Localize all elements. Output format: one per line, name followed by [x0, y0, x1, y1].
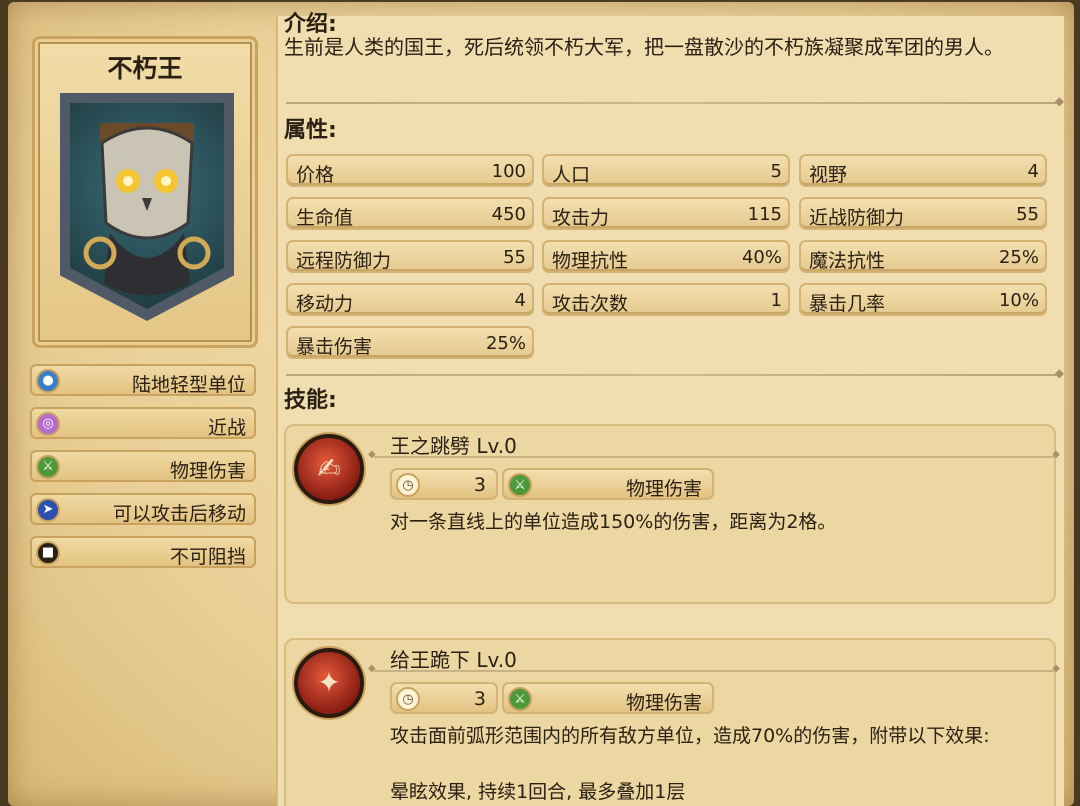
skill-card-2[interactable]: ✦ 给王跪下 Lv.0 ◷ 3 ⚔ 物理伤害 攻击面前弧形范围内的所有敌方单位，…: [284, 638, 1060, 806]
intro-text: 生前是人类的国王，死后统领不朽大军，把一盘散沙的不朽族凝聚成军团的男人。: [284, 35, 1004, 59]
target-icon: ◎: [36, 412, 60, 436]
divider: [368, 449, 1060, 460]
unit-portrait: [60, 93, 234, 321]
stat-value: 10%: [998, 290, 1039, 311]
unit-sidebar: 不朽王 ● 陆地轻型单位 ◎ 近战 ⚔ 物理伤害 ➤ 可以攻击后移动 ■ 不可阻…: [28, 28, 260, 806]
sword-icon: ⚔: [508, 473, 532, 497]
stat-movement: 移动力 4: [286, 283, 534, 316]
stat-label: 价格: [296, 164, 335, 186]
skill-effect: 晕眩效果, 持续1回合, 最多叠加1层: [390, 781, 686, 803]
stat-attack: 攻击力 115: [542, 197, 790, 230]
trait-label: 近战: [207, 417, 246, 439]
divider: [368, 663, 1060, 674]
damage-type-pill: ⚔ 物理伤害: [502, 468, 714, 500]
stat-magic-resist: 魔法抗性 25%: [799, 240, 1047, 273]
stat-label: 暴击伤害: [296, 336, 373, 358]
stat-value: 55: [1016, 204, 1039, 225]
skills-heading: 技能:: [284, 388, 337, 413]
stat-label: 人口: [552, 164, 591, 186]
stat-melee-defense: 近战防御力 55: [799, 197, 1047, 230]
skull-king-icon: [83, 123, 211, 296]
trait-label: 陆地轻型单位: [131, 374, 246, 396]
stat-hp: 生命值 450: [286, 197, 534, 230]
trait-label: 不可阻挡: [169, 546, 246, 568]
sword-icon: ⚔: [36, 455, 60, 479]
skill-card-1[interactable]: ✍ 王之跳劈 Lv.0 ◷ 3 ⚔ 物理伤害 对一条直线上的单位造成150%的伤…: [284, 424, 1060, 604]
stat-label: 视野: [809, 164, 848, 186]
attributes-heading: 属性:: [284, 118, 337, 143]
stat-value: 115: [747, 204, 782, 225]
clock-icon: ◷: [396, 687, 420, 711]
stat-label: 暴击几率: [809, 293, 886, 315]
sword-icon: ⚔: [508, 687, 532, 711]
unit-details-panel[interactable]: 介绍: 生前是人类的国王，死后统领不朽大军，把一盘散沙的不朽族凝聚成军团的男人。…: [276, 12, 1064, 806]
skill-name: 给王跪下 Lv.0: [390, 648, 517, 672]
clock-icon: ◷: [396, 473, 420, 497]
stat-label: 远程防御力: [296, 250, 392, 272]
divider: [286, 366, 1064, 380]
stat-physical-resist: 物理抗性 40%: [542, 240, 790, 273]
stat-label: 移动力: [296, 293, 354, 315]
stat-value: 40%: [741, 247, 782, 268]
skill-description: 对一条直线上的单位造成150%的伤害，距离为2格。: [390, 511, 837, 533]
stat-label: 魔法抗性: [809, 250, 886, 272]
portrait-image: [70, 103, 224, 309]
stat-value: 450: [491, 204, 526, 225]
damage-type-label: 物理伤害: [625, 692, 702, 714]
kneel-strike-icon: ✦: [294, 648, 364, 718]
leap-slash-icon: ✍: [294, 434, 364, 504]
damage-type-label: 物理伤害: [625, 478, 702, 500]
stat-ranged-defense: 远程防御力 55: [286, 240, 534, 273]
unit-card: 不朽王: [32, 36, 258, 348]
unstoppable-icon: ■: [36, 541, 60, 565]
stat-crit-damage: 暴击伤害 25%: [286, 326, 534, 359]
stat-label: 物理抗性: [552, 250, 629, 272]
cooldown-pill: ◷ 3: [390, 682, 498, 714]
trait-physical-damage: ⚔ 物理伤害: [30, 450, 256, 482]
stat-value: 1: [770, 290, 782, 311]
stat-value: 25%: [485, 333, 526, 354]
stat-label: 近战防御力: [809, 207, 905, 229]
cooldown-value: 3: [473, 474, 486, 496]
trait-melee: ◎ 近战: [30, 407, 256, 439]
stat-price: 价格 100: [286, 154, 534, 187]
stat-vision: 视野 4: [799, 154, 1047, 187]
divider: [286, 94, 1064, 108]
cooldown-value: 3: [473, 688, 486, 710]
trait-label: 物理伤害: [169, 460, 246, 482]
trait-label: 可以攻击后移动: [112, 503, 246, 525]
damage-type-pill: ⚔ 物理伤害: [502, 682, 714, 714]
skill-description: 攻击面前弧形范围内的所有敌方单位，造成70%的伤害，附带以下效果:: [390, 725, 990, 747]
stat-value: 55: [503, 247, 526, 268]
stat-value: 4: [1027, 161, 1039, 182]
stat-crit-chance: 暴击几率 10%: [799, 283, 1047, 316]
stat-population: 人口 5: [542, 154, 790, 187]
stat-value: 100: [491, 161, 526, 182]
trait-unit-type: ● 陆地轻型单位: [30, 364, 256, 396]
stat-label: 攻击次数: [552, 293, 629, 315]
skill-name: 王之跳劈 Lv.0: [390, 434, 517, 458]
stat-label: 攻击力: [552, 207, 610, 229]
stat-label: 生命值: [296, 207, 354, 229]
unit-name: 不朽王: [107, 54, 183, 83]
trait-move-after-attack: ➤ 可以攻击后移动: [30, 493, 256, 525]
stat-value: 5: [770, 161, 782, 182]
stat-value: 4: [514, 290, 526, 311]
stat-value: 25%: [998, 247, 1039, 268]
stat-attack-count: 攻击次数 1: [542, 283, 790, 316]
cooldown-pill: ◷ 3: [390, 468, 498, 500]
move-icon: ➤: [36, 498, 60, 522]
person-icon: ●: [36, 369, 60, 393]
trait-unstoppable: ■ 不可阻挡: [30, 536, 256, 568]
